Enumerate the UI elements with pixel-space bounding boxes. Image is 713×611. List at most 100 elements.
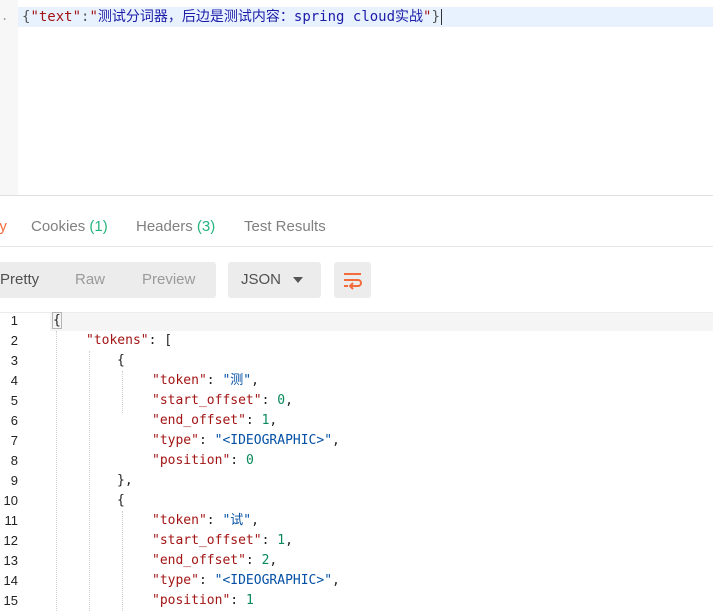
- response-code-view[interactable]: 1 2 3 4 5 6 7 8 9 10 11 12 13 14 15 {"tokens": [{"toke…: [0, 312, 713, 611]
- json-punct: {: [52, 312, 62, 329]
- line-number: 12: [3, 533, 18, 548]
- line-number: 14: [3, 573, 18, 588]
- json-punct: ,: [285, 393, 293, 408]
- response-line-gutter: 1 2 3 4 5 6 7 8 9 10 11 12 13 14 15: [0, 313, 45, 611]
- request-line-number: .: [1, 9, 9, 23]
- json-punct: ,: [332, 573, 340, 588]
- tab-headers-label: Headers: [136, 218, 193, 235]
- tab-test-results-label: Test Results: [244, 218, 326, 235]
- indent-guide: [89, 351, 90, 611]
- code-line: "tokens": [: [86, 331, 172, 351]
- json-key: "end_offset": [152, 553, 246, 568]
- json-punct: {: [117, 353, 125, 368]
- json-punct: ,: [269, 553, 278, 568]
- tab-cookies[interactable]: Cookies (1): [31, 218, 108, 235]
- json-punct: : [: [148, 333, 173, 348]
- json-punct: ,: [269, 413, 278, 428]
- view-pretty-button[interactable]: Pretty: [0, 262, 39, 298]
- pane-divider[interactable]: [0, 195, 713, 196]
- json-key: "start_offset": [152, 533, 262, 548]
- code-line: "end_offset": 2,: [152, 551, 277, 571]
- json-punct: ,: [285, 533, 293, 548]
- tabs-underline: [0, 246, 713, 247]
- json-string: "<IDEOGRAPHIC>": [214, 573, 333, 588]
- code-line: "type": "<IDEOGRAPHIC>",: [152, 571, 340, 591]
- indent-guide: [122, 511, 123, 611]
- json-punct: :: [206, 373, 223, 388]
- json-punct: :: [261, 533, 278, 548]
- json-number: 0: [245, 453, 254, 468]
- json-punct: :: [245, 553, 262, 568]
- cookies-count-badge: (1): [89, 218, 108, 235]
- line-number: 7: [10, 433, 18, 448]
- line-number: 13: [3, 553, 18, 568]
- json-punct: ,: [251, 513, 259, 528]
- code-line: "type": "<IDEOGRAPHIC>",: [152, 431, 340, 451]
- line-number: 2: [10, 333, 18, 348]
- json-punct: {: [117, 493, 125, 508]
- json-key: "start_offset": [152, 393, 262, 408]
- indent-guide: [56, 331, 57, 611]
- value-open-quote: ": [89, 9, 98, 25]
- line-number: 15: [3, 593, 18, 608]
- request-body-editor[interactable]: . {"text":"测试分词器，后边是测试内容：spring cloud实战"…: [0, 0, 713, 195]
- json-string: "测": [222, 373, 252, 388]
- json-key: "position": [152, 593, 231, 608]
- json-number: 1: [277, 533, 286, 548]
- view-preview-button[interactable]: Preview: [142, 262, 195, 298]
- line-number: 6: [10, 413, 18, 428]
- close-brace: }: [431, 9, 440, 25]
- code-line: {: [117, 351, 125, 371]
- code-line: "position": 1: [152, 591, 254, 611]
- json-punct: :: [261, 393, 278, 408]
- json-punct: :: [206, 513, 223, 528]
- code-line: "start_offset": 1,: [152, 531, 293, 551]
- wrap-lines-button[interactable]: [334, 262, 371, 298]
- json-punct: ,: [332, 433, 340, 448]
- code-line: "end_offset": 1,: [152, 411, 277, 431]
- wrap-lines-icon: [344, 273, 362, 290]
- line-number: 4: [10, 373, 18, 388]
- json-key: "token": [152, 373, 207, 388]
- json-number: 0: [277, 393, 286, 408]
- json-punct: },: [117, 473, 133, 488]
- code-line: "token": "试",: [152, 511, 259, 531]
- code-line: },: [117, 471, 133, 491]
- view-raw-button[interactable]: Raw: [75, 262, 105, 298]
- json-key: "type": [152, 433, 199, 448]
- json-key: "token": [152, 513, 207, 528]
- active-line-highlight: [50, 313, 713, 331]
- text-cursor: [440, 9, 442, 25]
- json-key: "position": [152, 453, 231, 468]
- json-key-text: "text": [30, 9, 82, 25]
- json-string: "<IDEOGRAPHIC>": [214, 433, 333, 448]
- tab-test-results[interactable]: Test Results: [244, 218, 326, 235]
- indent-guide: [122, 371, 123, 413]
- line-number: 10: [3, 493, 18, 508]
- json-value-text: 测试分词器，后边是测试内容：spring cloud实战: [97, 9, 424, 25]
- line-number: 5: [10, 393, 18, 408]
- chevron-down-icon: [293, 277, 303, 283]
- json-string: "试": [222, 513, 252, 528]
- view-mode-group: Pretty Raw Preview: [0, 262, 216, 298]
- tab-body[interactable]: dy: [0, 218, 7, 235]
- tab-body-label: dy: [0, 218, 7, 235]
- code-line: {: [117, 491, 125, 511]
- format-select-value: JSON: [241, 271, 282, 288]
- line-number: 1: [10, 313, 18, 328]
- code-line: "token": "测",: [152, 371, 259, 391]
- format-select[interactable]: JSON: [228, 262, 321, 298]
- tab-cookies-label: Cookies: [31, 218, 86, 235]
- code-line: "position": 0: [152, 451, 254, 471]
- json-key: "type": [152, 573, 199, 588]
- json-key: "tokens": [86, 333, 149, 348]
- tab-headers[interactable]: Headers (3): [136, 218, 215, 235]
- json-punct: ,: [251, 373, 259, 388]
- request-line-gutter: .: [0, 0, 18, 195]
- request-body-code[interactable]: {"text":"测试分词器，后边是测试内容：spring cloud实战"}: [22, 8, 442, 26]
- line-number: 3: [10, 353, 18, 368]
- json-punct: :: [198, 433, 215, 448]
- json-punct: :: [198, 573, 215, 588]
- headers-count-badge: (3): [196, 218, 216, 235]
- code-line: "start_offset": 0,: [152, 391, 293, 411]
